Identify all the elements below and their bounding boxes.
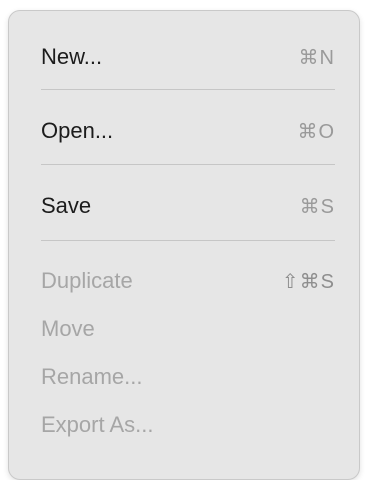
menu-item-shortcut: ⌘S — [299, 195, 335, 218]
file-context-menu: New... ⌘N Open... ⌘O Save ⌘S Duplicate ⇧… — [8, 10, 360, 480]
menu-item-shortcut: ⇧⌘S — [281, 270, 335, 293]
menu-item-duplicate: Duplicate ⇧⌘S — [41, 261, 335, 301]
menu-item-open[interactable]: Open... ⌘O — [41, 111, 335, 151]
menu-item-shortcut: ⌘O — [297, 120, 335, 143]
menu-separator — [41, 89, 335, 90]
menu-item-rename: Rename... — [41, 357, 335, 397]
menu-separator — [41, 240, 335, 241]
menu-separator — [41, 164, 335, 165]
menu-item-save[interactable]: Save ⌘S — [41, 186, 335, 226]
menu-item-export-as: Export As... — [41, 405, 335, 445]
menu-item-label: Duplicate — [41, 268, 133, 293]
menu-item-label: Rename... — [41, 364, 143, 389]
menu-item-label: Export As... — [41, 412, 154, 437]
menu-item-shortcut: ⌘N — [298, 46, 335, 69]
menu-item-label: Move — [41, 316, 95, 341]
menu-item-new[interactable]: New... ⌘N — [41, 37, 335, 77]
menu-item-label: Open... — [41, 118, 114, 143]
menu-item-move: Move — [41, 309, 335, 349]
menu-item-label: Save — [41, 193, 92, 218]
menu-item-label: New... — [41, 44, 103, 69]
